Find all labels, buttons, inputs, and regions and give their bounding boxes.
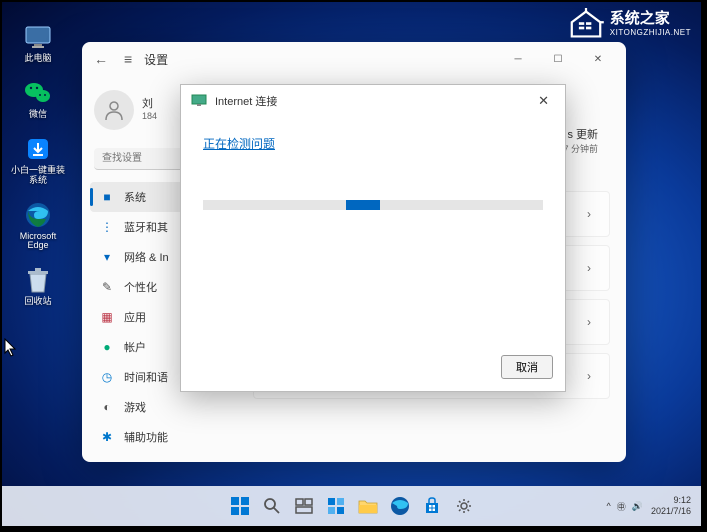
window-title: 设置 xyxy=(144,51,168,68)
dialog-titlebar: Internet 连接 ✕ xyxy=(181,85,565,117)
nav-label: 应用 xyxy=(124,309,146,325)
desktop-icon-label: 此电脑 xyxy=(24,54,51,64)
tray-chevron-icon[interactable]: ^ xyxy=(606,501,610,511)
nav-label: 帐户 xyxy=(124,339,146,355)
nav-label: 个性化 xyxy=(124,279,157,295)
network-icon xyxy=(191,93,207,110)
progress-chunk xyxy=(346,200,380,210)
system-icon: ■ xyxy=(100,190,114,204)
nav-label: 辅助功能 xyxy=(124,429,168,445)
accounts-icon: ● xyxy=(100,340,114,354)
watermark-logo-icon xyxy=(568,8,604,40)
nav-label: 蓝牙和其 xyxy=(124,219,168,235)
dialog-close-button[interactable]: ✕ xyxy=(530,89,557,113)
task-view-button[interactable] xyxy=(291,493,317,519)
system-tray[interactable]: ^ ㊥ 🔊 xyxy=(606,500,642,513)
watermark-en: XITONGZHIJIA.NET xyxy=(610,28,691,38)
watermark: 系统之家 XITONGZHIJIA.NET xyxy=(568,8,691,40)
explorer-button[interactable] xyxy=(355,493,381,519)
start-button[interactable] xyxy=(227,493,253,519)
profile-sub: 184 xyxy=(142,111,157,123)
desktop-icon-label: 微信 xyxy=(29,110,47,120)
window-titlebar: ← ≡ 设置 ─ ☐ ✕ xyxy=(82,42,626,76)
ime-icon[interactable]: ㊥ xyxy=(617,500,626,513)
store-button[interactable] xyxy=(419,493,445,519)
volume-icon[interactable]: 🔊 xyxy=(632,501,643,512)
time-icon: ◷ xyxy=(100,370,114,384)
gaming-icon: ◐ xyxy=(100,400,114,414)
clock-date: 2021/7/16 xyxy=(651,506,691,517)
chevron-right-icon: › xyxy=(587,207,591,221)
window-controls: ─ ☐ ✕ xyxy=(498,45,618,73)
recycle-icon xyxy=(23,265,53,295)
desktop-icon-label: Microsoft Edge xyxy=(10,232,66,252)
desktop-icon-wechat[interactable]: 微信 xyxy=(10,78,66,120)
nav-label: 网络 & In xyxy=(124,249,169,265)
avatar-icon xyxy=(94,90,134,130)
dialog-footer: 取消 xyxy=(181,347,565,391)
taskbar-clock[interactable]: 9:12 2021/7/16 xyxy=(651,495,691,517)
desktop-icon-label: 小白一键重装系统 xyxy=(10,166,66,186)
desktop-icon-this-pc[interactable]: 此电脑 xyxy=(10,22,66,64)
chevron-right-icon: › xyxy=(587,315,591,329)
chevron-right-icon: › xyxy=(587,261,591,275)
minimize-button[interactable]: ─ xyxy=(498,45,538,73)
profile-name: 刘 xyxy=(142,97,157,111)
dialog-body: 正在检测问题 xyxy=(181,117,565,347)
access-icon: ✱ xyxy=(100,430,114,444)
nav-item-gaming[interactable]: ◐ 游戏 xyxy=(90,392,237,422)
progress-bar xyxy=(203,200,543,210)
pc-icon xyxy=(23,22,53,52)
desktop: 系统之家 XITONGZHIJIA.NET 此电脑 微信 小白一键重装系统 Mi… xyxy=(0,0,703,528)
desktop-icon-recycle[interactable]: 回收站 xyxy=(10,265,66,307)
maximize-button[interactable]: ☐ xyxy=(538,45,578,73)
taskbar: ^ ㊥ 🔊 9:12 2021/7/16 xyxy=(2,486,701,526)
hamburger-icon[interactable]: ≡ xyxy=(124,51,132,67)
cursor-icon xyxy=(4,338,18,358)
cancel-button[interactable]: 取消 xyxy=(501,355,553,379)
desktop-icons: 此电脑 微信 小白一键重装系统 Microsoft Edge 回收站 xyxy=(10,22,66,307)
dialog-message: 正在检测问题 xyxy=(203,135,543,152)
edge-button[interactable] xyxy=(387,493,413,519)
clock-time: 9:12 xyxy=(651,495,691,506)
personal-icon: ✎ xyxy=(100,280,114,294)
network-icon: ▾ xyxy=(100,250,114,264)
close-button[interactable]: ✕ xyxy=(578,45,618,73)
watermark-cn: 系统之家 xyxy=(610,10,691,28)
edge-icon xyxy=(23,200,53,230)
back-button[interactable]: ← xyxy=(90,51,112,67)
nav-label: 游戏 xyxy=(124,399,146,415)
taskbar-right: ^ ㊥ 🔊 9:12 2021/7/16 xyxy=(606,495,691,517)
taskbar-center xyxy=(227,493,477,519)
settings-taskbar-button[interactable] xyxy=(451,493,477,519)
troubleshoot-dialog: Internet 连接 ✕ 正在检测问题 取消 xyxy=(180,84,566,392)
wechat-icon xyxy=(23,78,53,108)
desktop-icon-edge[interactable]: Microsoft Edge xyxy=(10,200,66,252)
search-button[interactable] xyxy=(259,493,285,519)
bluetooth-icon: ⋮ xyxy=(100,220,114,234)
nav-label: 系统 xyxy=(124,189,146,205)
install-icon xyxy=(23,134,53,164)
widgets-button[interactable] xyxy=(323,493,349,519)
chevron-right-icon: › xyxy=(587,369,591,383)
nav-label: 时间和语 xyxy=(124,369,168,385)
dialog-title: Internet 连接 xyxy=(215,93,277,109)
desktop-icon-label: 回收站 xyxy=(24,297,51,307)
apps-icon: ▦ xyxy=(100,310,114,324)
nav-item-access[interactable]: ✱ 辅助功能 xyxy=(90,422,237,452)
desktop-icon-xiaobai[interactable]: 小白一键重装系统 xyxy=(10,134,66,186)
